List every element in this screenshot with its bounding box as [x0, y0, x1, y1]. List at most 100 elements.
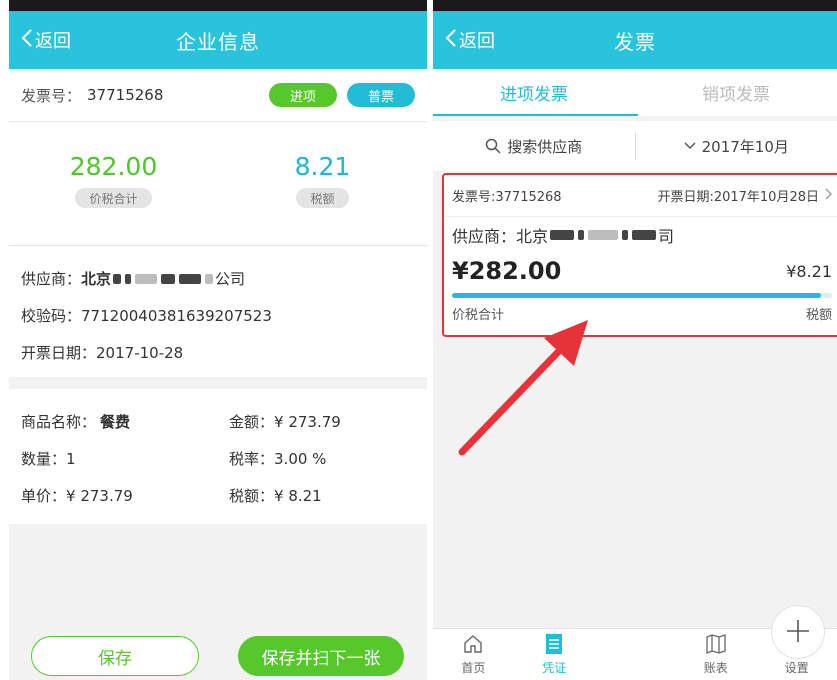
check-code: 77120040381639207523	[81, 306, 272, 325]
goods-section: 商品名称： 餐费 金额： ¥ 273.79 数量： 1 税率： 3.00 % 单价： ¥ …	[9, 389, 427, 524]
redacted-text	[179, 273, 202, 284]
tax-amount: 8.21	[294, 152, 351, 181]
supplier-name-suffix: 公司	[215, 270, 246, 288]
qty: 1	[66, 449, 76, 468]
redacted-text	[161, 273, 176, 284]
incoming-tag: 进项	[269, 83, 337, 107]
goods-tax-label: 税额：	[229, 487, 275, 505]
issue-date: 2017-10-28	[96, 343, 184, 362]
card-tax-label: 税额	[805, 307, 832, 323]
chevron-left-icon	[21, 28, 33, 53]
plus-icon	[785, 618, 811, 647]
supplier-search[interactable]: 搜索供应商	[433, 136, 635, 157]
redacted-text	[632, 230, 657, 240]
invoice-number: 37715268	[87, 86, 164, 104]
nav-home[interactable]: 首页	[433, 629, 514, 680]
card-issue-date: 开票日期:2017年10月28日	[657, 190, 819, 205]
active-tab-indicator	[433, 114, 638, 116]
total-amount-label: 价税合计	[75, 188, 152, 208]
amount-ratio-fill	[452, 293, 821, 298]
goods-name: 餐费	[100, 413, 131, 431]
goods-amount: ¥ 273.79	[274, 412, 341, 431]
tax-amount-label: 税额	[296, 188, 349, 208]
issue-date-label: 开票日期：	[21, 344, 97, 362]
page-title: 发票	[614, 29, 656, 54]
chevron-right-icon	[825, 188, 832, 204]
invoice-number-label: 发票号：	[21, 86, 82, 105]
tax-rate-label: 税率：	[229, 450, 275, 468]
goods-amount-label: 金额：	[229, 413, 275, 431]
top-bar: 返回 发票	[433, 11, 837, 69]
qty-label: 数量：	[21, 450, 67, 468]
invoice-tabs: 进项发票 销项发票	[433, 69, 837, 116]
card-supplier-label: 供应商：	[452, 227, 517, 246]
issue-date-row: 开票日期： 2017-10-28	[21, 334, 415, 371]
supplier-row: 供应商： 北京 公司	[21, 260, 415, 297]
back-button[interactable]: 返回	[445, 11, 495, 69]
save-and-scan-next-button[interactable]: 保存并扫下一张	[238, 636, 404, 676]
back-button[interactable]: 返回	[21, 11, 71, 69]
nav-ledger[interactable]: 账表	[675, 629, 756, 680]
tab-outgoing-invoices[interactable]: 销项发票	[635, 69, 837, 116]
redacted-text	[622, 230, 629, 240]
filter-bar: 搜索供应商 2017年10月	[433, 121, 837, 171]
voucher-icon	[544, 631, 564, 657]
right-screen: 返回 发票 进项发票 销项发票 搜索供应商 2017年10月 发票号:37715…	[433, 0, 837, 680]
amount-ratio-bar	[452, 293, 832, 298]
month-label: 2017年10月	[701, 137, 789, 156]
redacted-text	[205, 273, 214, 284]
nav-ledger-label: 账表	[703, 661, 728, 675]
redacted-text	[578, 230, 585, 240]
add-button[interactable]	[770, 605, 825, 659]
supplier-name-prefix: 北京	[81, 270, 112, 288]
check-code-row: 校验码： 77120040381639207523	[21, 297, 415, 334]
total-amount: 282.00	[69, 152, 158, 181]
invoice-header: 发票号： 37715268 进项 普票	[9, 69, 427, 122]
amount-summary: 282.00 价税合计 8.21 税额	[9, 122, 427, 245]
redacted-text	[113, 273, 122, 284]
page-title: 企业信息	[176, 29, 260, 54]
top-bar: 返回 企业信息	[9, 11, 427, 69]
goods-tax: ¥ 8.21	[274, 486, 322, 505]
card-invoice-number: 发票号:37715268	[452, 190, 562, 205]
nav-voucher-label: 凭证	[542, 661, 567, 675]
chevron-left-icon	[445, 28, 457, 53]
redacted-text	[125, 273, 132, 284]
status-bar	[9, 0, 427, 11]
bottom-navigation: 首页 凭证 账表 设置	[433, 605, 837, 680]
search-label: 搜索供应商	[507, 137, 583, 156]
card-supplier-prefix: 北京	[516, 227, 549, 246]
supplier-label: 供应商：	[21, 270, 82, 288]
month-picker[interactable]: 2017年10月	[636, 136, 837, 157]
chevron-down-icon	[684, 142, 696, 150]
save-button[interactable]: 保存	[31, 636, 199, 676]
card-supplier-suffix: 司	[658, 227, 675, 246]
tax-rate: 3.00 %	[274, 449, 327, 468]
supplier-section: 供应商： 北京 公司 校验码： 77120040381639207523 开票日…	[9, 246, 427, 377]
check-code-label: 校验码：	[21, 307, 82, 325]
normal-invoice-tag: 普票	[347, 83, 415, 107]
ledger-icon	[705, 631, 727, 657]
card-tax-amount: ¥8.21	[786, 261, 832, 281]
invoice-list-item[interactable]: 发票号:37715268 开票日期:2017年10月28日 供应商： 北京 司 …	[442, 173, 837, 337]
redacted-text	[135, 273, 158, 284]
status-bar	[433, 0, 837, 11]
card-total-label: 价税合计	[452, 307, 505, 323]
home-icon	[462, 631, 484, 657]
unit-price: ¥ 273.79	[66, 486, 133, 505]
search-icon	[485, 138, 501, 154]
nav-settings-label: 设置	[784, 661, 809, 675]
nav-add	[595, 605, 825, 680]
redacted-text	[550, 230, 575, 240]
card-supplier-row: 供应商： 北京 司	[444, 217, 837, 253]
card-total-amount: ¥282.00	[452, 257, 562, 285]
tab-incoming-invoices[interactable]: 进项发票	[433, 69, 635, 116]
unit-price-label: 单价：	[21, 487, 67, 505]
back-label: 返回	[459, 31, 495, 52]
back-label: 返回	[35, 31, 71, 52]
nav-voucher[interactable]: 凭证	[514, 629, 595, 680]
redacted-text	[588, 230, 619, 240]
left-screen: 返回 企业信息 发票号： 37715268 进项 普票 282.00 价税合计 …	[9, 0, 427, 680]
nav-home-label: 首页	[461, 661, 486, 675]
goods-name-label: 商品名称：	[21, 413, 97, 431]
